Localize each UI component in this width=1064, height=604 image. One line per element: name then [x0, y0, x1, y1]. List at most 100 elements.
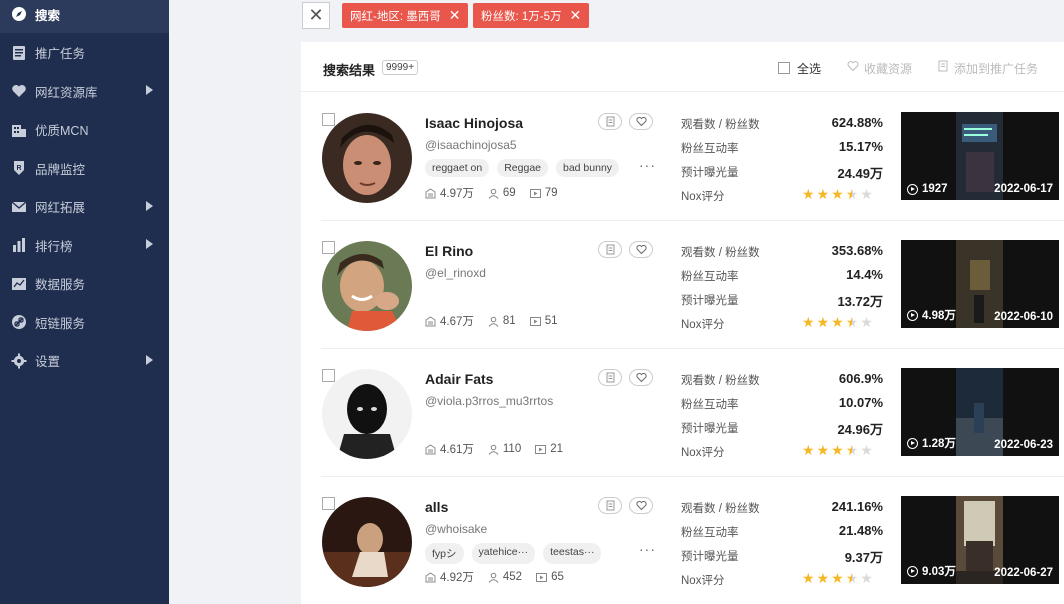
creator-tag[interactable]: teestas··· [543, 543, 602, 564]
creator-tag[interactable]: bad bunny [556, 159, 620, 177]
avatar[interactable] [322, 497, 412, 587]
shield-icon: R [11, 160, 27, 176]
video-icon [535, 444, 547, 454]
svg-text:R: R [16, 165, 21, 172]
sidebar-item-5[interactable]: 网红拓展 [0, 188, 169, 226]
creator-tag[interactable]: reggaet on [425, 159, 490, 177]
creator-row[interactable]: El Rino @el_rinoxd 4.67万 81 51 观看数 / 粉丝数 粉丝互动率… [321, 221, 1064, 349]
likes-count: 110 [502, 443, 522, 455]
engagement-label: 粉丝互动率 [681, 143, 739, 155]
creator-row[interactable]: Isaac Hinojosa @isaachinojosa5 reggaet on R… [321, 93, 1064, 221]
video-thumbnail[interactable]: 4.98万 2022-06-10 [901, 240, 1059, 328]
link-icon [11, 314, 27, 330]
sidebar-item-4[interactable]: R 品牌监控 [0, 149, 169, 187]
star-icon: ★ [802, 570, 815, 586]
avatar[interactable] [322, 241, 412, 331]
add-to-task-row-button[interactable] [598, 369, 622, 386]
star-icon: ★ [831, 570, 844, 586]
select-all-checkbox[interactable] [778, 62, 790, 74]
creator-row[interactable]: alls @whoisake fypシ yatehice··· teestas··· ··… [321, 477, 1064, 604]
favorite-row-button[interactable] [629, 241, 653, 258]
views-ratio-label: 观看数 / 粉丝数 [681, 119, 760, 131]
creator-tag[interactable]: Reggae [497, 159, 548, 177]
exposure-value: 13.72万 [837, 294, 883, 309]
row-checkbox[interactable] [322, 241, 335, 254]
engagement-value: 15.17% [838, 139, 883, 154]
video-views: 1.28万 [907, 435, 956, 451]
document-icon [938, 60, 948, 72]
engagement-value: 21.48% [838, 523, 883, 538]
close-icon[interactable]: ✕ [570, 7, 582, 24]
row-checkbox[interactable] [322, 113, 335, 126]
avatar[interactable] [322, 369, 412, 459]
video-thumbnail[interactable]: 1.28万 2022-06-23 [901, 368, 1059, 456]
likes-stat: 69 [488, 185, 516, 201]
favorite-row-button[interactable] [629, 113, 653, 130]
sidebar-item-2[interactable]: 网红资源库 [0, 72, 169, 110]
favorite-row-button[interactable] [629, 369, 653, 386]
likes-count: 452 [502, 571, 523, 583]
sidebar-item-3[interactable]: 优质MCN [0, 111, 169, 149]
sidebar-item-8[interactable]: 短链服务 [0, 303, 169, 341]
sidebar-item-6[interactable]: 排行榜 [0, 226, 169, 264]
favorite-row-button[interactable] [629, 497, 653, 514]
tag-list: reggaet on Reggae bad bunny [425, 159, 620, 177]
score-label: Nox评分 [681, 447, 725, 459]
star-icon: ★ [860, 186, 873, 202]
engagement-value: 10.07% [838, 395, 883, 410]
creator-name[interactable]: alls [425, 499, 448, 515]
add-to-task-row-button[interactable] [598, 241, 622, 258]
avatar[interactable] [322, 113, 412, 203]
row-checkbox[interactable] [322, 369, 335, 382]
creator-stats: 4.97万 69 79 [425, 185, 557, 201]
heart-icon [635, 372, 647, 383]
engagement-value: 14.4% [846, 267, 883, 282]
sidebar: 搜索推广任务网红资源库 优质MCN R 品牌监控 网红拓展 排行榜数据服务短链服务设置 [0, 0, 169, 604]
creator-name[interactable]: El Rino [425, 243, 473, 259]
video-thumbnail[interactable]: 9.03万 2022-06-27 [901, 496, 1059, 584]
video-thumbnail[interactable]: 1927 2022-06-17 [901, 112, 1059, 200]
likes-count: 69 [502, 187, 516, 199]
filter-tag-followers[interactable]: 粉丝数: 1万-5万 ✕ [473, 3, 590, 28]
followers-icon [425, 443, 436, 454]
videos-count: 79 [544, 187, 558, 199]
sidebar-item-label: 推广任务 [35, 47, 86, 61]
more-tags-button[interactable]: ··· [639, 157, 656, 173]
tag-list: fypシ yatehice··· teestas··· [425, 543, 602, 564]
followers-count: 4.67万 [440, 316, 474, 328]
video-views-count: 4.98万 [922, 310, 956, 322]
row-checkbox[interactable] [322, 497, 335, 510]
views-ratio-value: 353.68% [831, 243, 883, 258]
creator-tag[interactable]: yatehice··· [471, 543, 536, 564]
videos-stat: 51 [529, 313, 557, 329]
creator-tag[interactable]: fypシ [425, 543, 464, 564]
video-date: 2022-06-17 [994, 183, 1053, 195]
filter-tag-region[interactable]: 网红-地区: 墨西哥 ✕ [342, 3, 469, 28]
sidebar-item-label: 数据服务 [35, 278, 86, 292]
creator-name[interactable]: Isaac Hinojosa [425, 115, 523, 131]
followers-stat: 4.92万 [425, 569, 474, 585]
score-label: Nox评分 [681, 191, 725, 203]
more-tags-button[interactable]: ··· [639, 541, 656, 557]
sidebar-item-1[interactable]: 推广任务 [0, 34, 169, 72]
sidebar-item-7[interactable]: 数据服务 [0, 265, 169, 303]
sidebar-item-9[interactable]: 设置 [0, 342, 169, 380]
engagement-label: 粉丝互动率 [681, 271, 739, 283]
clear-filters-button[interactable]: ✕ [302, 2, 330, 29]
sidebar-item-label: 设置 [35, 355, 61, 369]
select-all-label[interactable]: 全选 [797, 60, 821, 77]
creator-row[interactable]: Adair Fats @viola.p3rros_mu3rrtos 4.61万 110… [321, 349, 1064, 477]
followers-icon [425, 315, 436, 326]
followers-icon [425, 571, 436, 582]
close-icon[interactable]: ✕ [449, 7, 461, 24]
add-to-task-button[interactable]: 添加到推广任务 [954, 60, 1038, 77]
sidebar-item-0[interactable]: 搜索 [0, 0, 169, 33]
nox-rating: ★ ★ ★ ★ ★ [802, 315, 873, 329]
search-icon [11, 6, 27, 22]
creator-name[interactable]: Adair Fats [425, 371, 493, 387]
add-to-task-row-button[interactable] [598, 113, 622, 130]
add-to-task-row-button[interactable] [598, 497, 622, 514]
star-icon: ★ [845, 186, 859, 202]
favorite-resources-button[interactable]: 收藏资源 [864, 60, 912, 77]
engagement-label: 粉丝互动率 [681, 399, 739, 411]
